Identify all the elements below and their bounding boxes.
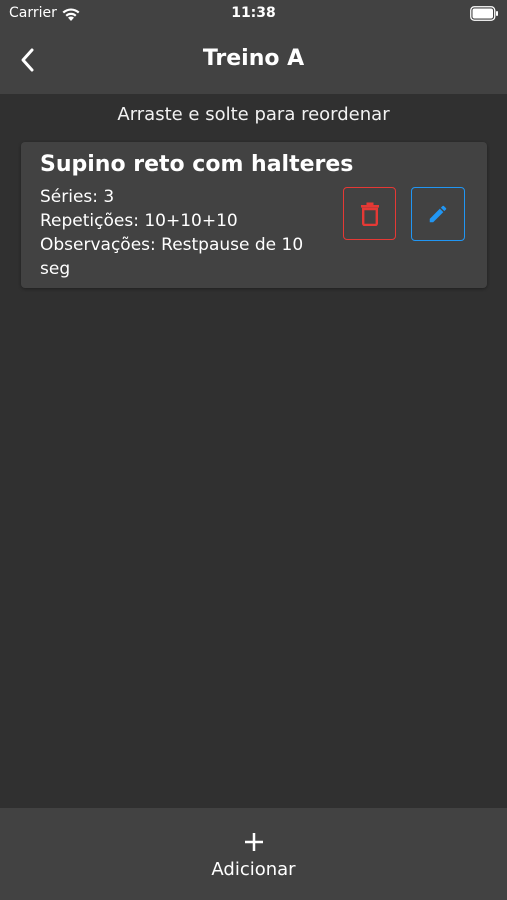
page-title: Treino A: [202, 46, 305, 71]
edit-button[interactable]: [411, 187, 465, 241]
status-bar: Carrier 11:38: [0, 0, 507, 28]
delete-button[interactable]: [343, 187, 396, 240]
exercise-details: Séries: 3 Repetições: 10+10+10 Observaçõ…: [40, 185, 338, 281]
add-button[interactable]: Adicionar: [0, 808, 507, 900]
screen: Carrier 11:38 Treino A Arraste e solte p…: [0, 0, 507, 900]
add-label: Adicionar: [211, 859, 296, 880]
clock: 11:38: [231, 5, 276, 21]
battery-icon: [470, 6, 498, 21]
plus-icon: [244, 833, 263, 851]
exercise-card[interactable]: Supino reto com halteres Séries: 3 Repet…: [21, 142, 487, 288]
trash-icon: [360, 202, 379, 226]
exercise-series: Séries: 3: [40, 187, 115, 207]
pencil-icon: [429, 205, 447, 223]
exercise-name: Supino reto com halteres: [40, 152, 354, 177]
exercise-reps: Repetições: 10+10+10: [40, 211, 238, 231]
reorder-hint: Arraste e solte para reordenar: [117, 104, 390, 125]
app-bar: Treino A: [0, 28, 507, 94]
exercise-notes: Observações: Restpause de 10 seg: [40, 235, 304, 279]
